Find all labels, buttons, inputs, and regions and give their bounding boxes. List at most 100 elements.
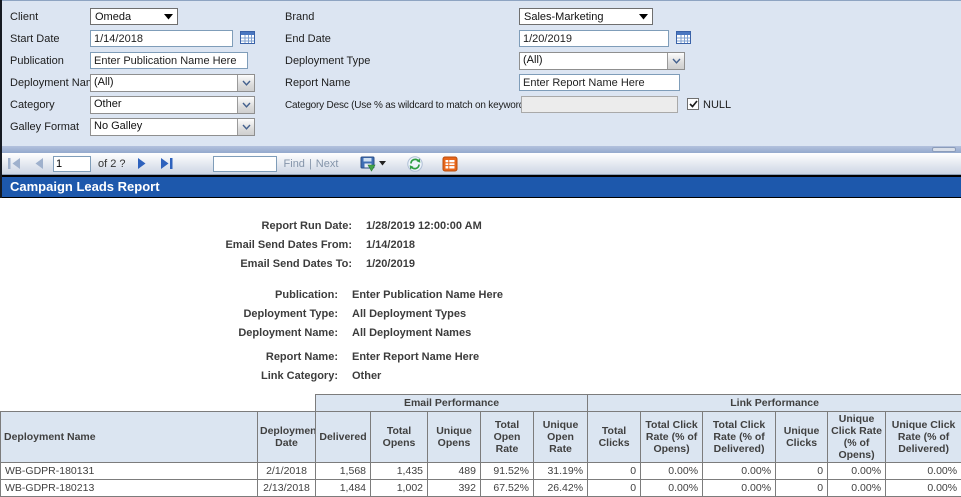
brand-label: Brand bbox=[285, 11, 314, 23]
cell-total-clicks: 0 bbox=[588, 463, 641, 480]
cell-deployment-name: WB-GDPR-180131 bbox=[1, 463, 258, 480]
cell-unique-clicks: 0 bbox=[776, 463, 828, 480]
cell-unique-click-rate-opens: 0.00% bbox=[828, 463, 886, 480]
find-link[interactable]: Find bbox=[284, 158, 305, 170]
dropdown-button bbox=[237, 75, 254, 91]
email-performance-group-header: Email Performance bbox=[316, 395, 588, 412]
report-viewer-window: Client Omeda Start Date Publication Depl… bbox=[0, 0, 961, 497]
client-dropdown[interactable]: Omeda bbox=[90, 8, 178, 25]
brand-dropdown[interactable]: Sales-Marketing bbox=[519, 8, 653, 25]
chevron-down-icon bbox=[242, 102, 251, 108]
deployment-name-row: Deployment Name:All Deployment Names bbox=[0, 323, 961, 342]
first-page-icon bbox=[8, 158, 21, 169]
col-header-total-click-rate-delivered: Total Click Rate (% of Delivered) bbox=[703, 412, 776, 463]
cell-total-open-rate: 67.52% bbox=[481, 480, 534, 497]
client-label: Client bbox=[10, 11, 38, 23]
group-header-spacer bbox=[1, 395, 316, 412]
find-next-separator: | bbox=[309, 158, 312, 170]
galley-format-dropdown-value: No Galley bbox=[91, 119, 237, 135]
start-date-label: Start Date bbox=[10, 33, 60, 45]
cell-unique-opens: 489 bbox=[428, 463, 481, 480]
next-link[interactable]: Next bbox=[316, 158, 339, 170]
export-button[interactable] bbox=[360, 156, 386, 172]
cell-delivered: 1,484 bbox=[316, 480, 371, 497]
category-label: Category bbox=[10, 99, 55, 111]
deployment-name-info-value: All Deployment Names bbox=[352, 327, 471, 339]
report-info-names: Report Name:Enter Report Name Here Link … bbox=[0, 347, 961, 385]
data-feed-button[interactable] bbox=[442, 156, 458, 172]
dropdown-button bbox=[667, 53, 684, 69]
cell-total-click-rate-opens: 0.00% bbox=[641, 463, 703, 480]
end-date-input[interactable] bbox=[519, 30, 669, 47]
deployment-name-label: Deployment Name bbox=[10, 77, 101, 89]
cell-delivered: 1,568 bbox=[316, 463, 371, 480]
splitter-handle-icon[interactable] bbox=[932, 147, 956, 152]
cell-total-opens: 1,435 bbox=[371, 463, 428, 480]
parameters-splitter[interactable] bbox=[2, 146, 961, 153]
cell-total-click-rate-delivered: 0.00% bbox=[703, 463, 776, 480]
table-row: WB-GDPR-180131 2/1/2018 1,568 1,435 489 … bbox=[1, 463, 961, 480]
category-desc-input bbox=[521, 96, 678, 113]
galley-format-dropdown[interactable]: No Galley bbox=[90, 118, 255, 136]
col-header-total-opens: Total Opens bbox=[371, 412, 428, 463]
last-page-button[interactable] bbox=[160, 158, 173, 169]
previous-page-button[interactable] bbox=[34, 158, 44, 169]
end-date-calendar-button[interactable] bbox=[675, 30, 691, 45]
report-title-bar: Campaign Leads Report bbox=[2, 175, 961, 198]
refresh-icon bbox=[407, 156, 423, 172]
export-save-icon bbox=[360, 156, 376, 172]
calendar-icon bbox=[676, 30, 691, 44]
check-icon bbox=[689, 100, 698, 108]
page-number-input[interactable] bbox=[53, 156, 91, 172]
start-date-input[interactable] bbox=[90, 30, 233, 47]
publication-info-label: Publication: bbox=[0, 286, 338, 304]
cell-unique-open-rate: 31.19% bbox=[534, 463, 588, 480]
cell-unique-click-rate-delivered: 0.00% bbox=[886, 463, 961, 480]
chevron-down-icon bbox=[242, 80, 251, 86]
calendar-icon bbox=[240, 30, 255, 44]
col-header-total-click-rate-opens: Total Click Rate (% of Opens) bbox=[641, 412, 703, 463]
deployment-type-dropdown[interactable]: (All) bbox=[519, 52, 685, 70]
start-date-calendar-button[interactable] bbox=[239, 30, 255, 45]
col-header-unique-click-rate-opens: Unique Click Rate (% of Opens) bbox=[828, 412, 886, 463]
col-header-delivered: Delivered bbox=[316, 412, 371, 463]
next-page-button[interactable] bbox=[137, 158, 147, 169]
publication-row: Publication:Enter Publication Name Here bbox=[0, 285, 961, 304]
page-count-label: of 2 ? bbox=[98, 158, 126, 170]
deployment-name-dropdown[interactable]: (All) bbox=[90, 74, 255, 92]
col-header-unique-clicks: Unique Clicks bbox=[776, 412, 828, 463]
report-toolbar: of 2 ? Find | Next bbox=[2, 153, 961, 175]
find-input[interactable] bbox=[213, 156, 277, 172]
report-name-label: Report Name bbox=[285, 77, 350, 89]
refresh-button[interactable] bbox=[407, 156, 423, 172]
col-header-total-clicks: Total Clicks bbox=[588, 412, 641, 463]
report-viewer-chrome: Client Omeda Start Date Publication Depl… bbox=[0, 0, 961, 198]
null-checkbox-label: NULL bbox=[703, 99, 731, 111]
cell-total-opens: 1,002 bbox=[371, 480, 428, 497]
null-checkbox[interactable] bbox=[687, 98, 699, 110]
triangle-down-icon bbox=[164, 14, 173, 20]
next-page-icon bbox=[137, 158, 147, 169]
cell-unique-open-rate: 26.42% bbox=[534, 480, 588, 497]
publication-input[interactable] bbox=[90, 52, 248, 69]
email-send-from-row: Email Send Dates From:1/14/2018 bbox=[0, 235, 961, 254]
report-info-filters: Publication:Enter Publication Name Here … bbox=[0, 285, 961, 342]
galley-format-label: Galley Format bbox=[10, 121, 79, 133]
email-send-to-value: 1/20/2019 bbox=[366, 258, 415, 270]
cell-deployment-name: WB-GDPR-180213 bbox=[1, 480, 258, 497]
report-name-input[interactable] bbox=[519, 74, 680, 91]
first-page-button[interactable] bbox=[8, 158, 21, 169]
chevron-down-icon bbox=[672, 58, 681, 64]
col-header-total-open-rate: Total Open Rate bbox=[481, 412, 534, 463]
email-send-from-label: Email Send Dates From: bbox=[0, 236, 352, 254]
deployment-name-dropdown-value: (All) bbox=[91, 75, 237, 91]
link-performance-group-header: Link Performance bbox=[588, 395, 961, 412]
category-dropdown[interactable]: Other bbox=[90, 96, 255, 114]
report-body: Report Run Date:1/28/2019 12:00:00 AM Em… bbox=[0, 216, 961, 497]
publication-label: Publication bbox=[10, 55, 64, 67]
previous-page-icon bbox=[34, 158, 44, 169]
cell-deployment-date: 2/13/2018 bbox=[258, 480, 316, 497]
deployment-type-label: Deployment Type bbox=[285, 55, 370, 67]
col-header-unique-open-rate: Unique Open Rate bbox=[534, 412, 588, 463]
dropdown-button bbox=[237, 119, 254, 135]
